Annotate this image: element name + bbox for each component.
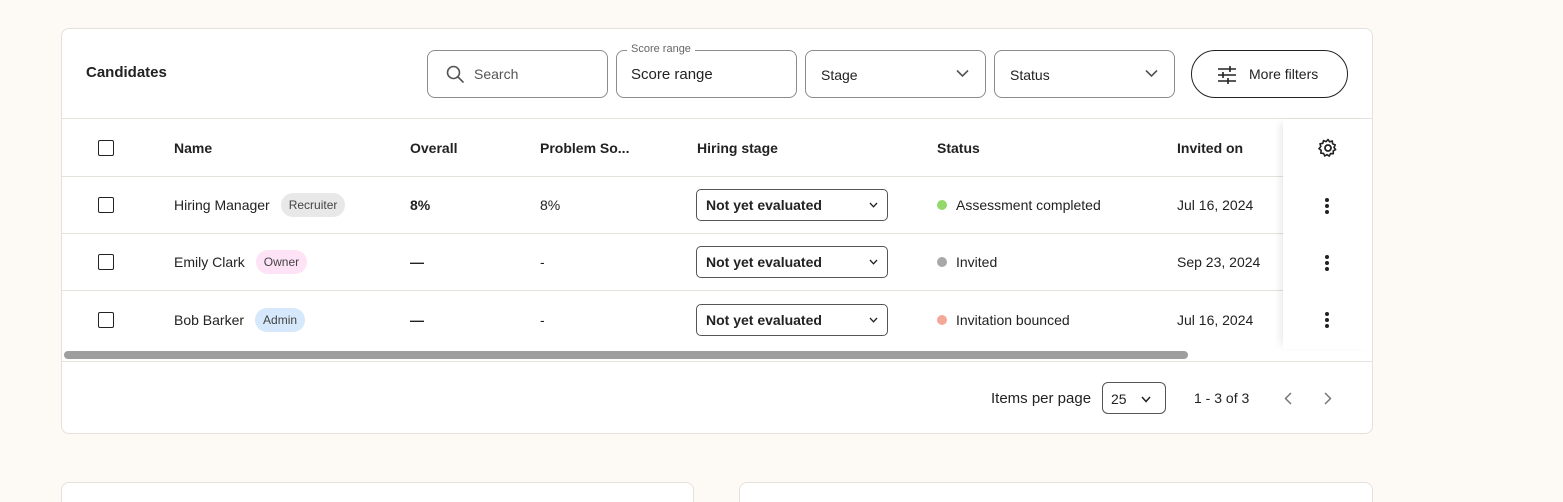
more-vertical-icon: [1325, 254, 1329, 271]
candidate-name[interactable]: Bob Barker: [174, 312, 244, 328]
score-range-value: Score range: [631, 66, 713, 83]
pagination-footer: Items per page 25 1 - 3 of 3: [62, 361, 1372, 433]
table-row[interactable]: Hiring Manager Recruiter 8% 8% Not yet e…: [62, 177, 1372, 234]
select-all-checkbox[interactable]: [98, 139, 114, 156]
problem-solving-score: 8%: [540, 197, 561, 213]
card-title: Candidates: [86, 64, 167, 81]
hiring-stage-dropdown[interactable]: Not yet evaluated: [696, 189, 888, 221]
role-badge: Admin: [255, 307, 306, 332]
overall-score: —: [410, 254, 424, 270]
score-range-legend: Score range: [627, 43, 695, 55]
search-field[interactable]: [427, 50, 608, 98]
status-text: Invitation bounced: [956, 311, 1070, 328]
candidate-name[interactable]: Emily Clark: [174, 254, 245, 270]
items-per-page-select[interactable]: 25: [1102, 382, 1166, 414]
row-checkbox[interactable]: [98, 254, 114, 270]
column-header-problem-solving[interactable]: Problem So...: [540, 119, 629, 176]
status-dot: [937, 314, 947, 325]
status-text: Assessment completed: [956, 197, 1101, 213]
search-input[interactable]: [474, 63, 594, 85]
status-select-label: Status: [1010, 67, 1050, 83]
problem-solving-score: -: [540, 311, 545, 328]
column-header-hiring-stage[interactable]: Hiring stage: [697, 119, 778, 176]
hiring-stage-value: Not yet evaluated: [706, 197, 822, 213]
overall-score: 8%: [410, 197, 431, 213]
more-filters-button[interactable]: More filters: [1191, 50, 1348, 98]
table-header-row: Name Overall Problem So... Hiring stage …: [62, 119, 1372, 177]
lower-card-left: [61, 482, 694, 502]
chevron-down-icon: [869, 317, 878, 323]
table-row[interactable]: Bob Barker Admin — - Not yet evaluated I…: [62, 291, 1372, 348]
more-vertical-icon: [1325, 197, 1329, 214]
row-checkbox[interactable]: [98, 197, 114, 213]
chevron-left-icon: [1284, 391, 1292, 405]
status-select[interactable]: Status: [994, 50, 1175, 98]
column-header-status[interactable]: Status: [937, 119, 980, 176]
search-icon: [446, 65, 464, 83]
table-row[interactable]: Emily Clark Owner — - Not yet evaluated …: [62, 234, 1372, 291]
chevron-down-icon: [1145, 69, 1158, 78]
gear-icon: [1318, 138, 1337, 157]
row-checkbox[interactable]: [98, 311, 114, 328]
status-dot: [937, 257, 947, 267]
horizontal-scrollbar[interactable]: [64, 351, 1188, 359]
candidate-name[interactable]: Hiring Manager: [174, 197, 270, 213]
problem-solving-score: -: [540, 254, 545, 270]
lower-card-right: [739, 482, 1373, 502]
previous-page-button[interactable]: [1278, 388, 1298, 408]
hiring-stage-dropdown[interactable]: Not yet evaluated: [696, 303, 888, 336]
chevron-down-icon: [869, 259, 878, 265]
actions-column: [1283, 119, 1372, 349]
chevron-down-icon: [1141, 396, 1151, 403]
overall-score: —: [410, 311, 424, 328]
chevron-right-icon: [1324, 391, 1332, 405]
invited-on-date: Jul 16, 2024: [1177, 197, 1254, 213]
items-per-page-label: Items per page: [991, 390, 1092, 407]
candidates-card: Candidates Score range Score range Stage…: [61, 28, 1373, 434]
column-settings-button[interactable]: [1318, 119, 1338, 177]
score-range-field[interactable]: Score range Score range: [616, 43, 797, 98]
more-filters-label: More filters: [1249, 66, 1319, 82]
next-page-button[interactable]: [1318, 388, 1338, 408]
hiring-stage-dropdown[interactable]: Not yet evaluated: [696, 246, 888, 278]
pagination-range: 1 - 3 of 3: [1194, 390, 1250, 406]
chevron-down-icon: [956, 69, 969, 78]
chevron-down-icon: [869, 202, 878, 208]
items-per-page-value: 25: [1111, 391, 1127, 407]
status-text: Invited: [956, 254, 998, 270]
status-dot: [937, 200, 947, 210]
row-actions-button[interactable]: [1325, 177, 1329, 234]
row-actions-button[interactable]: [1325, 234, 1329, 291]
hiring-stage-value: Not yet evaluated: [706, 254, 822, 270]
column-header-invited-on[interactable]: Invited on: [1177, 119, 1243, 176]
invited-on-date: Sep 23, 2024: [1177, 254, 1261, 270]
stage-select-label: Stage: [821, 67, 858, 83]
invited-on-date: Jul 16, 2024: [1177, 311, 1254, 328]
more-vertical-icon: [1325, 311, 1329, 328]
column-header-name[interactable]: Name: [174, 119, 212, 176]
hiring-stage-value: Not yet evaluated: [706, 311, 822, 328]
column-header-overall[interactable]: Overall: [410, 119, 457, 176]
sliders-icon: [1218, 66, 1236, 84]
candidates-table: Name Overall Problem So... Hiring stage …: [62, 119, 1372, 359]
role-badge: Recruiter: [280, 193, 346, 217]
role-badge: Owner: [255, 250, 308, 274]
row-actions-button[interactable]: [1325, 291, 1329, 348]
stage-select[interactable]: Stage: [805, 50, 986, 98]
